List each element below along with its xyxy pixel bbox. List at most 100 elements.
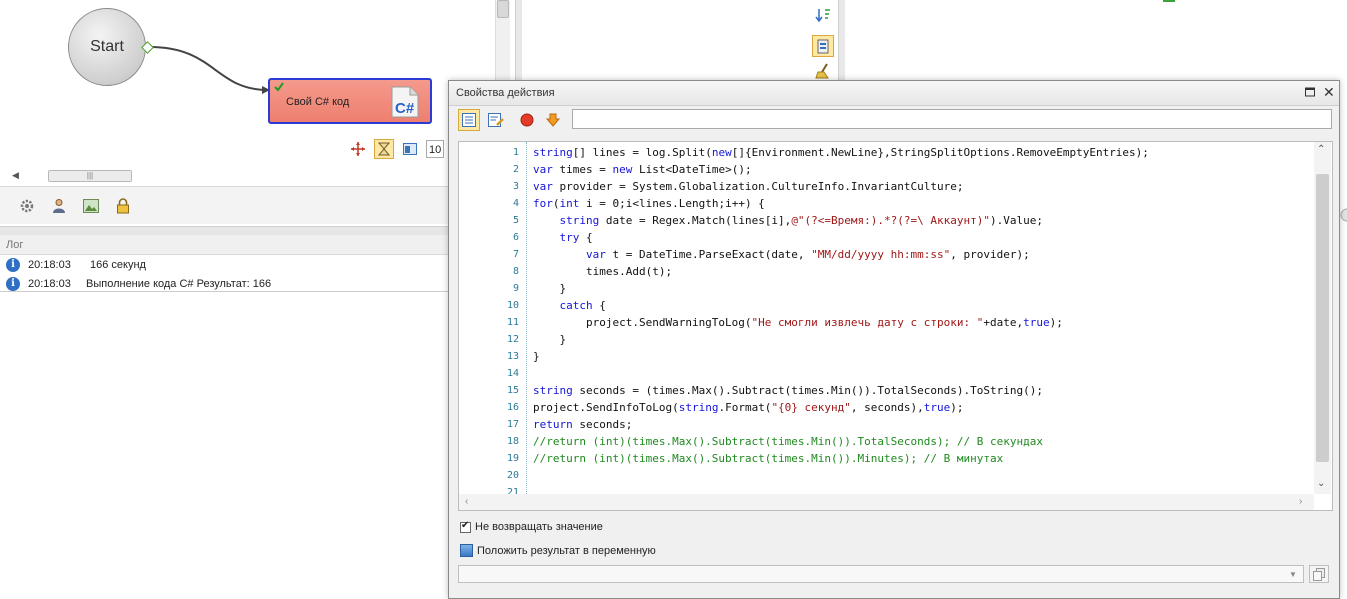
code-line[interactable]: //return (int)(times.Max().Subtract(time… <box>533 433 1149 450</box>
line-number: 13 <box>506 351 519 362</box>
scroll-right-icon[interactable]: › <box>1299 496 1302 507</box>
code-line[interactable]: project.SendInfoToLog(string.Format("{0}… <box>533 399 1149 416</box>
scroll-left-icon[interactable]: ◀ <box>12 170 19 181</box>
line-number: 11 <box>506 317 519 328</box>
canvas-horizontal-scrollbar[interactable]: ◀ ||| <box>8 168 448 184</box>
line-number: 6 <box>512 232 519 243</box>
gear-icon[interactable] <box>16 195 38 217</box>
start-node-label: Start <box>90 38 124 55</box>
log-panel: Лог i 20:18:03 166 секунд i 20:18:03 Вып… <box>0 235 449 599</box>
code-line[interactable]: var times = new List<DateTime>(); <box>533 161 1149 178</box>
line-number: 8 <box>512 266 519 277</box>
code-line[interactable]: return seconds; <box>533 416 1149 433</box>
lock-icon[interactable] <box>112 195 134 217</box>
code-line[interactable]: string[] lines = log.Split(new[]{Environ… <box>533 144 1149 161</box>
move-icon[interactable] <box>348 139 368 159</box>
code-line[interactable]: times.Add(t); <box>533 263 1149 280</box>
scroll-down-icon[interactable]: ⌄ <box>1317 478 1325 489</box>
csharp-action-node[interactable]: Свой C# код C# <box>268 78 432 124</box>
save-result-label: Положить результат в переменную <box>477 544 656 557</box>
edit-note-icon[interactable] <box>485 109 507 131</box>
stop-icon[interactable] <box>516 109 538 131</box>
maximize-icon[interactable] <box>1305 87 1315 97</box>
line-number: 19 <box>506 453 519 464</box>
project-canvas[interactable]: Start Свой C# код C# 10 <box>0 0 495 168</box>
line-number: 12 <box>506 334 519 345</box>
clipboard-icon[interactable] <box>812 35 834 57</box>
canvas-horizontal-scroll-thumb[interactable]: ||| <box>48 170 132 182</box>
log-divider <box>0 291 448 292</box>
indicator-mark <box>1163 0 1175 2</box>
line-number: 4 <box>512 198 519 209</box>
editor-vertical-scrollbar[interactable]: ⌃ ⌄ <box>1314 142 1331 494</box>
arrow-down-icon[interactable] <box>542 109 564 131</box>
log-entry-message: 166 секунд <box>90 259 146 271</box>
log-entry[interactable]: i 20:18:03 166 секунд <box>0 256 448 274</box>
line-number: 16 <box>506 402 519 413</box>
line-number: 10 <box>506 300 519 311</box>
image-icon[interactable] <box>80 195 102 217</box>
bottom-toolbar <box>0 186 448 224</box>
code-line[interactable]: } <box>533 331 1149 348</box>
variable-select[interactable]: ▼ <box>458 565 1304 583</box>
code-line[interactable]: var provider = System.Globalization.Cult… <box>533 178 1149 195</box>
code-line[interactable]: } <box>533 348 1149 365</box>
code-line[interactable]: try { <box>533 229 1149 246</box>
svg-text:C#: C# <box>395 100 415 117</box>
line-number: 17 <box>506 419 519 430</box>
editor-horizontal-scrollbar[interactable]: ‹ › <box>459 494 1314 510</box>
code-line[interactable]: var t = DateTime.ParseExact(date, "MM/dd… <box>533 246 1149 263</box>
info-icon: i <box>6 258 20 272</box>
dialog-title: Свойства действия <box>456 87 555 99</box>
canvas-vertical-scroll-thumb[interactable] <box>497 0 509 18</box>
scroll-left-icon[interactable]: ‹ <box>465 496 468 507</box>
code-line[interactable] <box>533 467 1149 484</box>
code-editor[interactable]: 1 2 3 4 5 6 7 8 9 10 11 12 13 14 15 16 17 18 19 20 21 string… <box>458 141 1333 511</box>
info-icon: i <box>6 277 20 291</box>
no-return-checkbox[interactable]: ✔ <box>460 519 471 533</box>
code-line[interactable]: //return (int)(times.Max().Subtract(time… <box>533 450 1149 467</box>
properties-view-icon[interactable] <box>458 109 480 131</box>
code-line[interactable]: for(int i = 0;i<lines.Length;i++) { <box>533 195 1149 212</box>
dialog-toolbar <box>449 106 1339 134</box>
close-icon[interactable]: ✕ <box>1323 85 1335 99</box>
check-icon <box>274 82 284 92</box>
copy-icon <box>1313 567 1325 581</box>
dialog-search-input[interactable] <box>572 109 1332 129</box>
right-edge-handle[interactable] <box>1340 200 1347 230</box>
code-line[interactable]: string date = Regex.Match(lines[i],@"(?<… <box>533 212 1149 229</box>
line-number: 20 <box>506 470 519 481</box>
window-icon[interactable] <box>400 139 420 159</box>
editor-vertical-scroll-thumb[interactable] <box>1316 174 1329 462</box>
hourglass-icon[interactable] <box>374 139 394 159</box>
line-number: 14 <box>506 368 519 379</box>
broom-icon[interactable] <box>812 60 834 82</box>
log-entry-message: Выполнение кода C# Результат: 166 <box>86 278 272 290</box>
user-icon[interactable] <box>48 195 70 217</box>
code-line[interactable]: string seconds = (times.Max().Subtract(t… <box>533 382 1149 399</box>
line-number: 9 <box>512 283 519 294</box>
code-text[interactable]: string[] lines = log.Split(new[]{Environ… <box>533 144 1149 501</box>
sort-icon[interactable] <box>812 4 834 26</box>
code-line[interactable]: catch { <box>533 297 1149 314</box>
zoom-input[interactable]: 10 <box>426 140 444 158</box>
start-node[interactable]: Start <box>68 8 146 86</box>
copy-button[interactable] <box>1309 565 1329 583</box>
code-line[interactable]: project.SendWarningToLog("Не смогли извл… <box>533 314 1149 331</box>
checkmark-icon: ✔ <box>461 519 470 531</box>
canvas-toolbar: 10 <box>348 138 444 160</box>
line-number: 2 <box>512 164 519 175</box>
scroll-up-icon[interactable]: ⌃ <box>1317 144 1325 155</box>
dialog-titlebar[interactable]: Свойства действия ✕ <box>449 81 1339 106</box>
line-number: 7 <box>512 249 519 260</box>
no-return-label: Не возвращать значение <box>475 521 603 533</box>
variable-icon <box>460 544 473 557</box>
action-properties-dialog: Свойства действия ✕ 1 2 3 4 5 6 7 8 9 10 11 12 13 14 1… <box>448 80 1340 599</box>
log-entry-time: 20:18:03 <box>28 278 71 290</box>
line-number: 15 <box>506 385 519 396</box>
save-result-row[interactable]: Положить результат в переменную <box>460 544 656 557</box>
line-number: 1 <box>512 147 519 158</box>
code-line[interactable] <box>533 365 1149 382</box>
code-line[interactable]: } <box>533 280 1149 297</box>
no-return-checkbox-row[interactable]: ✔ Не возвращать значение <box>460 519 603 533</box>
